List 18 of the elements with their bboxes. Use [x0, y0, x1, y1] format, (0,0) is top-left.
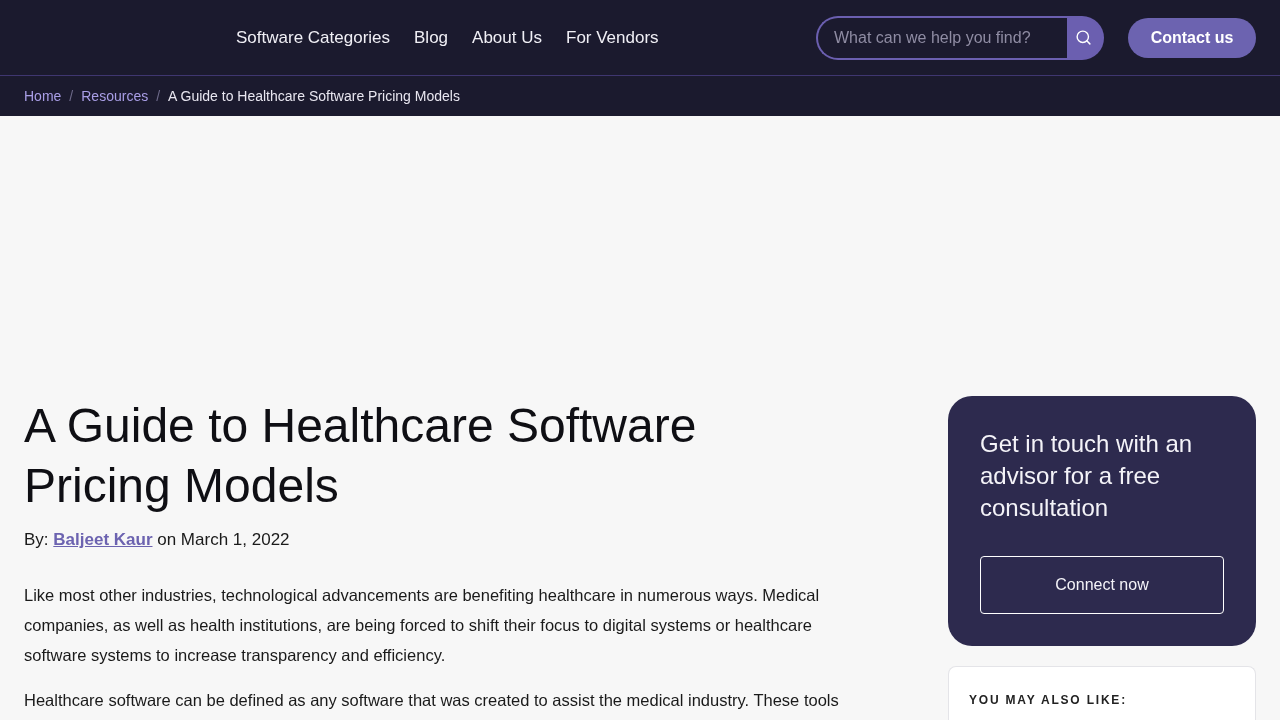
byline: By: Baljeet Kaur on March 1, 2022 [24, 529, 291, 551]
breadcrumb-link[interactable]: Home [24, 85, 62, 107]
consultation-heading: Get in touch with an advisor for a free consultation [980, 429, 1194, 523]
breadcrumb-separator: / [156, 86, 161, 106]
article-paragraph: Like most other industries, technological advancements are benefiting healthcare in numerous ways. Medical companies, as well as health institutions, are being forced to shift their focus to digital systems or healthcare software systems to increase transparency and efficiency. [24, 585, 821, 666]
related-heading: YOU MAY ALSO LIKE: [969, 693, 1127, 707]
contact-button[interactable]: Contact us [1128, 17, 1256, 58]
connect-button[interactable]: Connect now [980, 556, 1224, 614]
article-title: A Guide to Healthcare Software Pricing Models [24, 398, 698, 514]
current-page-title: A Guide to Healthcare Software Pricing Models [168, 86, 460, 106]
nav-link[interactable]: Blog [414, 24, 449, 51]
breadcrumb-separator: / [69, 86, 74, 106]
article-paragraph: Healthcare software can be defined as any software that was created to assist the medical industry. These tools [24, 690, 840, 711]
nav-link[interactable]: Software Categories [236, 24, 391, 51]
author-link[interactable]: Baljeet Kaur [53, 530, 153, 549]
breadcrumb-link[interactable]: Resources [81, 85, 149, 107]
nav-link[interactable]: About Us [472, 24, 542, 51]
nav-link[interactable]: For Vendors [566, 24, 659, 51]
